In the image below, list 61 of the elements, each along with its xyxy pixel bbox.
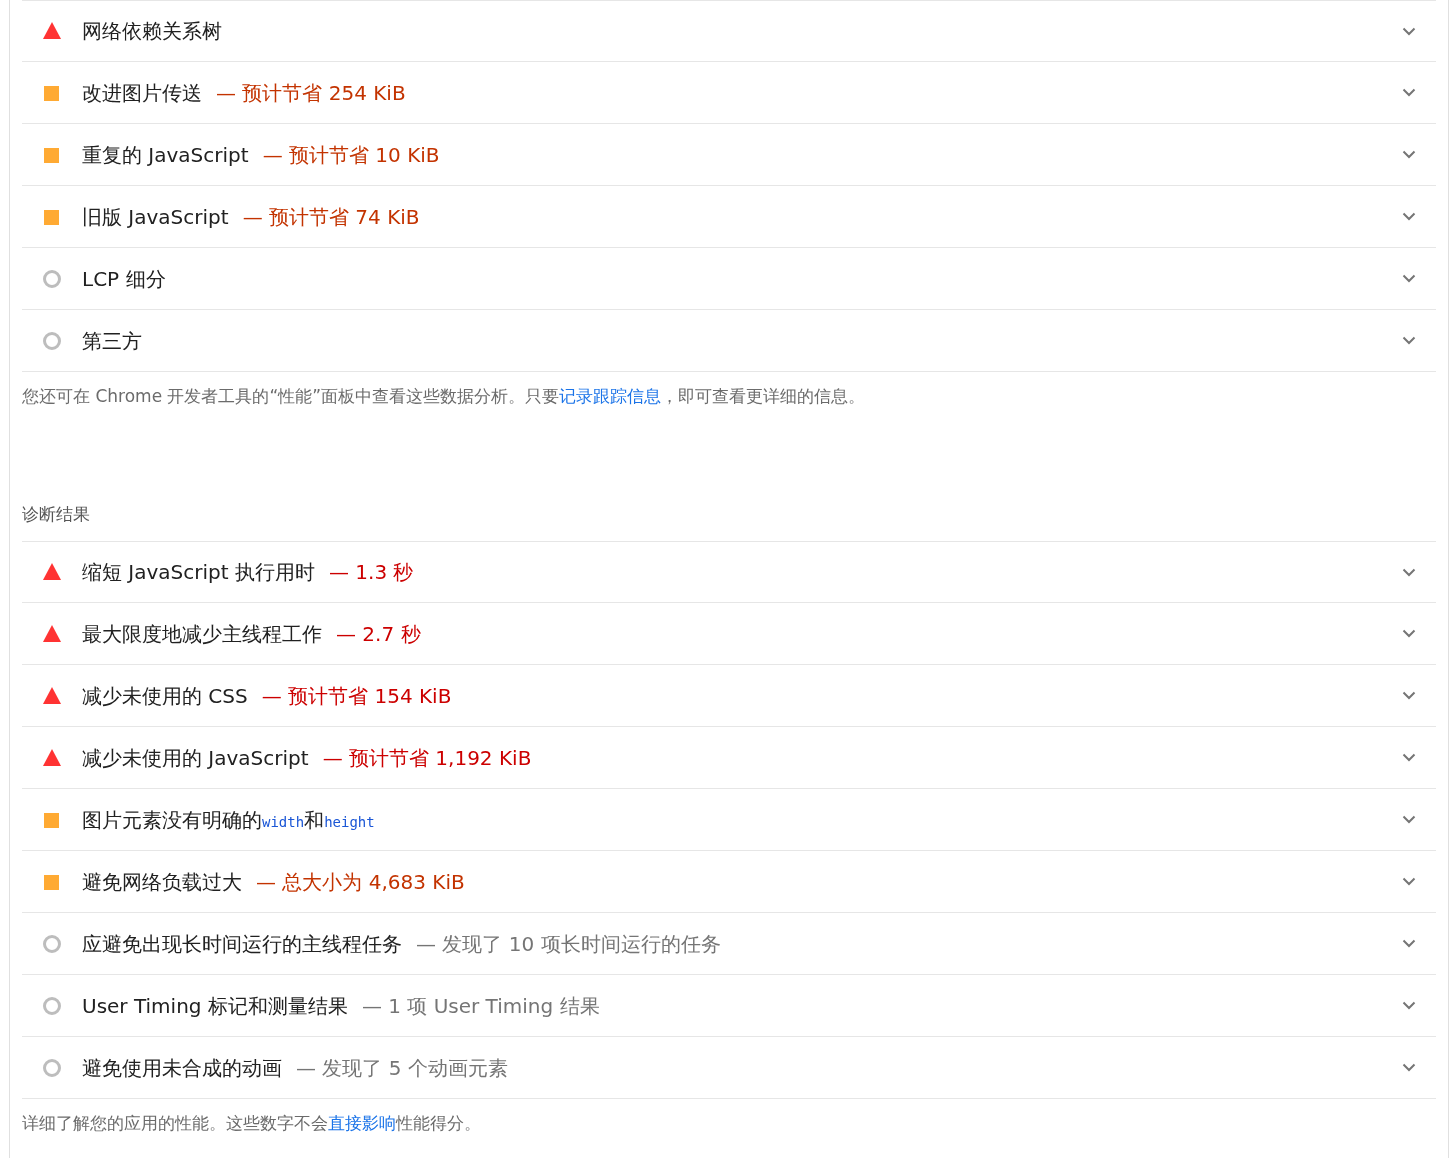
chevron-down-icon: [1402, 1001, 1416, 1010]
footnote-text: 详细了解您的应用的性能。这些数字不会直接影响性能得分。: [22, 1112, 482, 1135]
chevron-down-icon: [1402, 691, 1416, 700]
audit-display-value: — 预计节省 154 KiB: [261, 682, 452, 710]
footnote-link[interactable]: 记录跟踪信息: [559, 386, 662, 406]
audit-title: 减少未使用的 CSS: [82, 682, 248, 710]
audit-title: 改进图片传送: [82, 79, 202, 107]
audit-row[interactable]: 缩短 JavaScript 执行用时 — 1.3 秒: [22, 541, 1436, 603]
audit-title: 应避免出现长时间运行的主线程任务: [82, 930, 402, 958]
chevron-down-icon: [1402, 212, 1416, 221]
chevron-down-icon: [1402, 753, 1416, 762]
audit-row[interactable]: 应避免出现长时间运行的主线程任务 — 发现了 10 项长时间运行的任务: [22, 913, 1436, 975]
audit-title: 图片元素没有明确的width和 height: [82, 806, 375, 834]
audit-row[interactable]: 最大限度地减少主线程工作 — 2.7 秒: [22, 603, 1436, 665]
audit-display-value: — 总大小为 4,683 KiB: [256, 868, 465, 896]
audit-display-value: — 预计节省 10 KiB: [262, 141, 440, 169]
audit-title: User Timing 标记和测量结果: [82, 992, 348, 1020]
chevron-down-icon: [1402, 274, 1416, 283]
audit-title: 缩短 JavaScript 执行用时: [82, 559, 315, 586]
audit-row[interactable]: 避免网络负载过大 — 总大小为 4,683 KiB: [22, 851, 1436, 913]
chevron-down-icon: [1402, 815, 1416, 824]
audit-row[interactable]: 减少未使用的 CSS — 预计节省 154 KiB: [22, 665, 1436, 727]
audit-row[interactable]: 图片元素没有明确的width和 height: [22, 789, 1436, 851]
audit-row[interactable]: 第三方: [22, 310, 1436, 372]
audit-display-value: — 2.7 秒: [336, 620, 421, 648]
audit-title: 避免网络负载过大: [82, 868, 242, 896]
audit-display-value: — 预计节省 254 KiB: [216, 79, 406, 107]
audit-row[interactable]: 旧版 JavaScript — 预计节省 74 KiB: [22, 186, 1436, 248]
audit-title: LCP 细分: [82, 265, 166, 293]
audit-title: 旧版 JavaScript: [82, 203, 229, 231]
audit-title: 重复的 JavaScript: [82, 141, 249, 169]
footnote-text: 您还可在 Chrome 开发者工具的“性能”面板中查看这些数据分析。只要记录跟踪信息，即可查看更详细的信息。: [22, 385, 867, 408]
audit-row[interactable]: 减少未使用的 JavaScript — 预计节省 1,192 KiB: [22, 727, 1436, 789]
audit-title: 避免使用未合成的动画: [82, 1054, 282, 1082]
audit-display-value: — 1 项 User Timing 结果: [361, 992, 600, 1020]
audit-display-value: — 预计节省 1,192 KiB: [322, 744, 532, 772]
audit-title: 减少未使用的 JavaScript: [82, 744, 309, 772]
audit-title: 网络依赖关系树: [82, 18, 222, 45]
audit-title: 最大限度地减少主线程工作: [82, 620, 322, 648]
audit-row[interactable]: 避免使用未合成的动画 — 发现了 5 个动画元素: [22, 1037, 1436, 1099]
audit-row[interactable]: 重复的 JavaScript — 预计节省 10 KiB: [22, 124, 1436, 186]
audit-display-value: — 1.3 秒: [328, 559, 414, 586]
chevron-down-icon: [1402, 567, 1416, 577]
chevron-down-icon: [1402, 629, 1416, 638]
chevron-down-icon: [1402, 26, 1416, 36]
section-heading: 诊断结果: [22, 502, 91, 526]
audit-row[interactable]: 网络依赖关系树: [22, 0, 1436, 62]
audit-row[interactable]: LCP 细分: [22, 248, 1436, 310]
chevron-down-icon: [1402, 88, 1416, 97]
audit-display-value: — 预计节省 74 KiB: [242, 203, 420, 231]
audit-row[interactable]: 改进图片传送 — 预计节省 254 KiB: [22, 62, 1436, 124]
audit-display-value: — 发现了 5 个动画元素: [296, 1054, 508, 1082]
chevron-down-icon: [1402, 877, 1416, 886]
audit-title: 第三方: [82, 327, 142, 355]
chevron-down-icon: [1402, 1063, 1416, 1072]
chevron-down-icon: [1402, 150, 1416, 159]
footnote-link[interactable]: 直接影响: [328, 1113, 396, 1133]
audit-row[interactable]: User Timing 标记和测量结果 — 1 项 User Timing 结果: [22, 975, 1436, 1037]
chevron-down-icon: [1402, 939, 1416, 948]
chevron-down-icon: [1402, 336, 1416, 345]
audit-display-value: — 发现了 10 项长时间运行的任务: [416, 930, 721, 958]
